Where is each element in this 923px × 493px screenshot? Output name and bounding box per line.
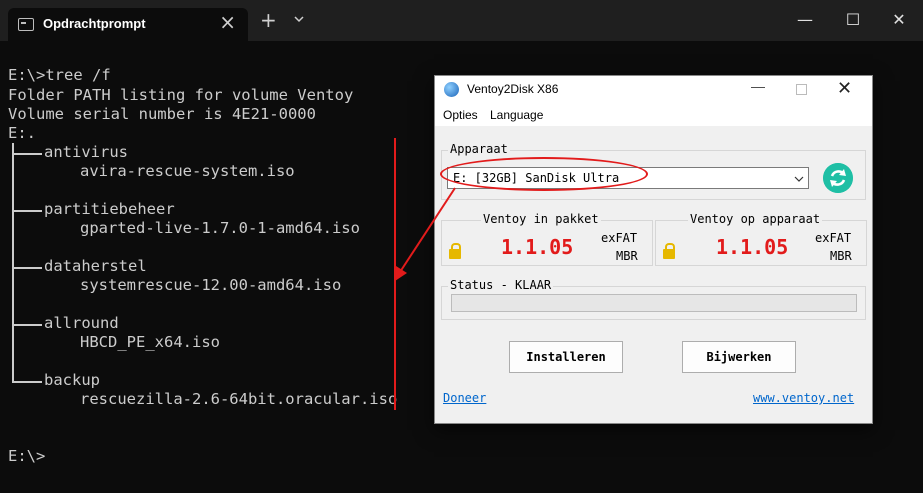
terminal-line: E:\>tree /f bbox=[8, 66, 111, 84]
tree-folder: allround bbox=[44, 314, 119, 332]
tree-file: gparted-live-1.7.0-1-amd64.iso bbox=[80, 219, 360, 237]
ventoy-dialog: Ventoy2Disk X86 — ✕ Opties Language Appa… bbox=[434, 75, 873, 424]
tab-close-icon[interactable]: × bbox=[219, 12, 236, 32]
terminal-line: E:. bbox=[8, 124, 36, 142]
terminal-line: Volume serial number is 4E21-0000 bbox=[8, 105, 316, 123]
terminal-titlebar: Opdrachtprompt × + — ☐ ✕ bbox=[0, 0, 923, 41]
tree-file: avira-rescue-system.iso bbox=[80, 162, 295, 180]
tree-folder: backup bbox=[44, 371, 100, 389]
close-button[interactable]: ✕ bbox=[876, 8, 922, 32]
tree-trunk-line bbox=[12, 143, 14, 381]
tree-branch-line bbox=[12, 267, 42, 269]
device-version: 1.1.05 bbox=[716, 235, 789, 259]
tree-file: rescuezilla-2.6-64bit.oracular.iso bbox=[80, 390, 398, 408]
dialog-maximize-button[interactable] bbox=[796, 84, 807, 95]
progress-bar bbox=[451, 294, 857, 312]
dialog-minimize-button[interactable]: — bbox=[738, 78, 778, 94]
tree-folder: partitiebeheer bbox=[44, 200, 175, 218]
package-version: 1.1.05 bbox=[501, 235, 574, 259]
tree-branch-line bbox=[12, 210, 42, 212]
terminal-line: Folder PATH listing for volume Ventoy bbox=[8, 86, 354, 104]
lock-icon bbox=[663, 243, 675, 259]
ventoy-logo-icon bbox=[444, 82, 459, 97]
device-group-label: Apparaat bbox=[448, 142, 510, 156]
refresh-icon[interactable] bbox=[823, 163, 853, 193]
lock-icon bbox=[449, 243, 461, 259]
annotation-ellipse bbox=[440, 157, 648, 191]
terminal-icon bbox=[18, 18, 34, 31]
menu-bar: Opties Language bbox=[435, 104, 872, 126]
dialog-title: Ventoy2Disk X86 bbox=[467, 82, 559, 96]
install-button[interactable]: Installeren bbox=[509, 341, 623, 373]
tab-title: Opdrachtprompt bbox=[43, 16, 146, 31]
tree-branch-line bbox=[12, 381, 42, 383]
new-tab-button[interactable]: + bbox=[260, 10, 277, 30]
terminal-prompt[interactable]: E:\> bbox=[8, 447, 45, 466]
device-filesystem: exFAT bbox=[815, 231, 852, 245]
maximize-button[interactable]: ☐ bbox=[830, 8, 876, 32]
tab-opdrachtprompt[interactable]: Opdrachtprompt × bbox=[8, 8, 248, 41]
dialog-close-button[interactable]: ✕ bbox=[837, 78, 852, 99]
tree-file: HBCD_PE_x64.iso bbox=[80, 333, 220, 351]
annotation-bracket-line bbox=[394, 138, 396, 410]
tree-branch-line bbox=[12, 153, 42, 155]
donate-link[interactable]: Doneer bbox=[443, 391, 486, 405]
menu-language[interactable]: Language bbox=[490, 108, 543, 122]
chevron-down-icon bbox=[794, 176, 804, 182]
website-link[interactable]: www.ventoy.net bbox=[753, 391, 854, 405]
status-label: Status - KLAAR bbox=[448, 278, 554, 292]
tree-folder: dataherstel bbox=[44, 257, 147, 275]
dialog-titlebar: Ventoy2Disk X86 — ✕ bbox=[435, 76, 872, 104]
tree-branch-line bbox=[12, 324, 42, 326]
device-version-group-label: Ventoy op apparaat bbox=[688, 212, 823, 226]
chevron-down-icon[interactable] bbox=[292, 12, 306, 26]
device-partition-style: MBR bbox=[830, 249, 852, 263]
update-button[interactable]: Bijwerken bbox=[682, 341, 796, 373]
tree-folder: antivirus bbox=[44, 143, 128, 161]
tree-file: systemrescue-12.00-amd64.iso bbox=[80, 276, 342, 294]
package-group-label: Ventoy in pakket bbox=[481, 212, 601, 226]
minimize-button[interactable]: — bbox=[782, 8, 828, 32]
package-filesystem: exFAT bbox=[601, 231, 638, 245]
package-partition-style: MBR bbox=[616, 249, 638, 263]
menu-opties[interactable]: Opties bbox=[443, 108, 478, 122]
